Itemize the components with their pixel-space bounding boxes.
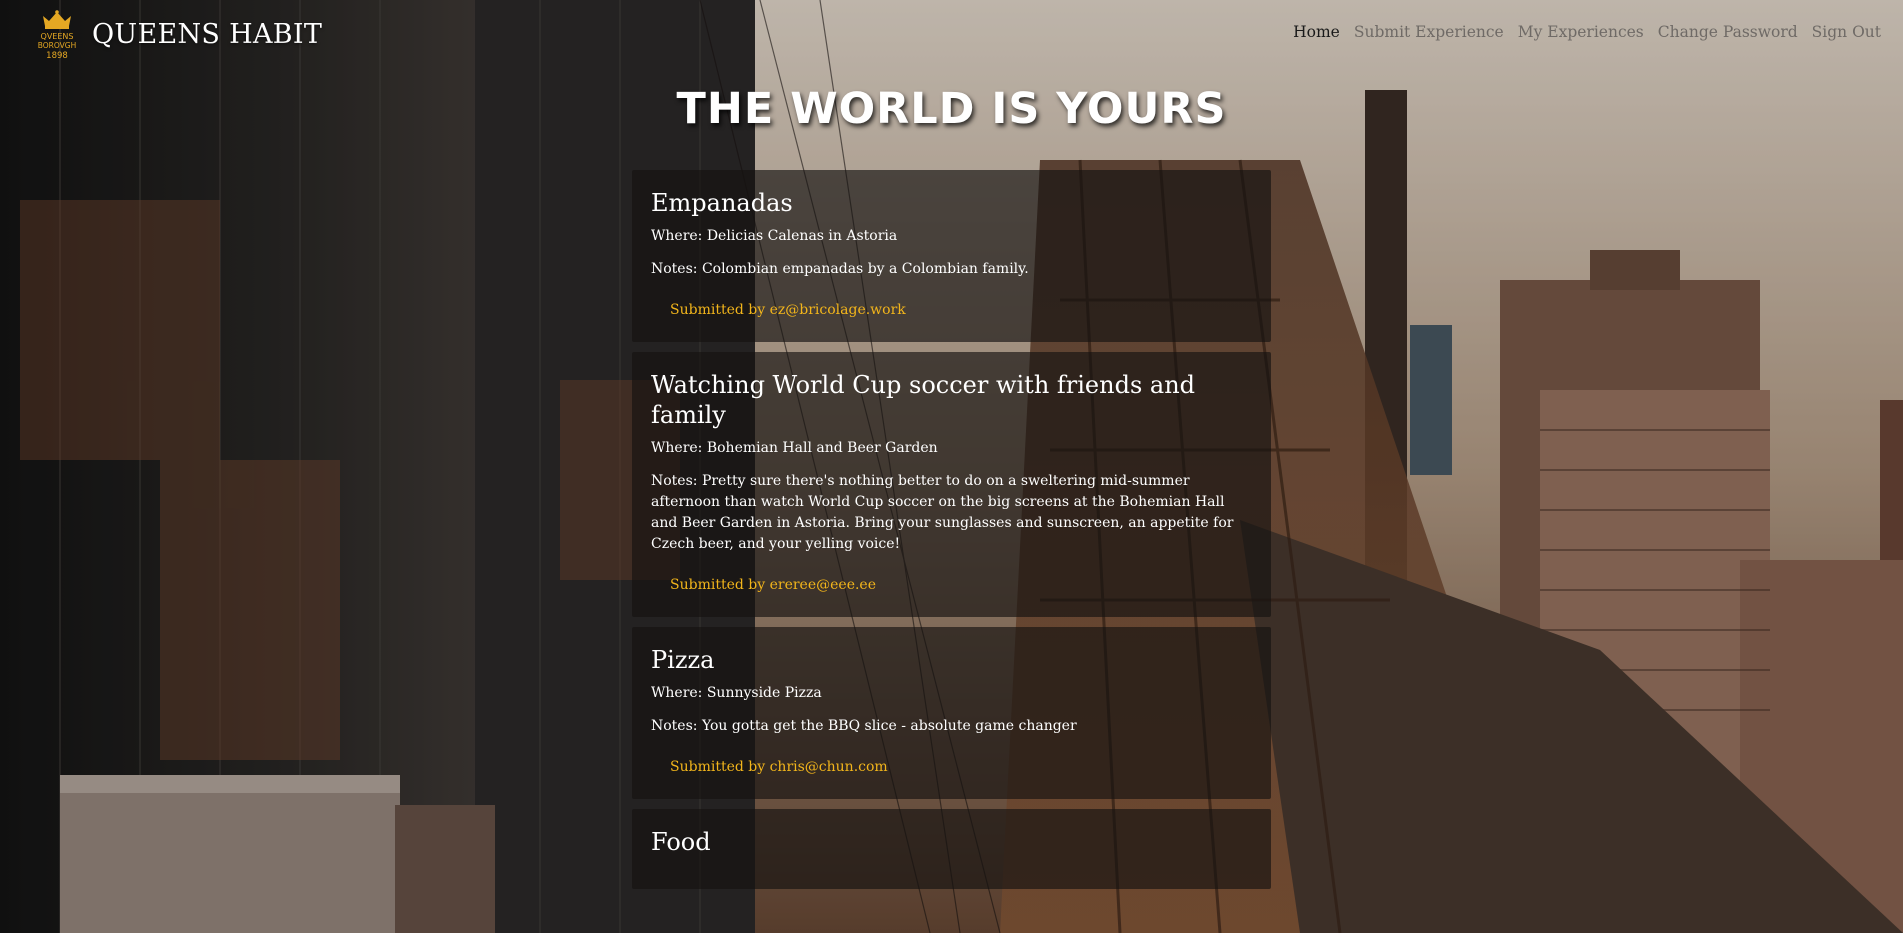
experience-title: Food (651, 828, 711, 856)
experience-where: Where: Delicias Calenas in Astoria (651, 228, 898, 244)
experience-title: Empanadas (651, 189, 793, 217)
experience-card: Pizza Where: Sunnyside Pizza Notes: You … (632, 627, 1271, 799)
experience-feed: Empanadas Where: Delicias Calenas in Ast… (632, 170, 1271, 899)
nav-submit-experience-link[interactable]: Submit Experience (1354, 23, 1504, 41)
experience-notes: Notes: Colombian empanadas by a Colombia… (651, 261, 1029, 277)
svg-text:QVEENS: QVEENS (41, 32, 74, 41)
experience-card: Food (632, 809, 1271, 889)
experience-notes: Notes: Pretty sure there's nothing bette… (651, 473, 1234, 552)
experience-title: Pizza (651, 646, 715, 674)
svg-text:BOROVGH: BOROVGH (38, 41, 76, 50)
nav-home-link[interactable]: Home (1293, 23, 1340, 41)
svg-text:1898: 1898 (46, 51, 68, 60)
hero-title: THE WORLD IS YOURS (676, 84, 1227, 134)
nav-change-password-link[interactable]: Change Password (1658, 23, 1798, 41)
nav-links: Home Submit Experience My Experiences Ch… (1279, 23, 1881, 41)
experience-title: Watching World Cup soccer with friends a… (651, 371, 1196, 429)
experience-submitted-by: Submitted by chris@chun.com (670, 759, 888, 775)
brand[interactable]: QVEENS BOROVGH 1898 QUEENS HABIT (28, 8, 322, 60)
experience-card: Watching World Cup soccer with friends a… (632, 352, 1271, 617)
experience-notes: Notes: You gotta get the BBQ slice - abs… (651, 718, 1077, 734)
queens-borough-crown-logo-icon: QVEENS BOROVGH 1898 (38, 10, 76, 60)
experience-card: Empanadas Where: Delicias Calenas in Ast… (632, 170, 1271, 342)
experience-submitted-by: Submitted by ereree@eee.ee (670, 577, 876, 593)
experience-submitted-by: Submitted by ez@bricolage.work (670, 302, 906, 318)
nav-my-experiences-link[interactable]: My Experiences (1518, 23, 1644, 41)
experience-where: Where: Sunnyside Pizza (651, 685, 822, 701)
experience-where: Where: Bohemian Hall and Beer Garden (651, 440, 938, 456)
nav-sign-out-link[interactable]: Sign Out (1812, 23, 1881, 41)
brand-name: QUEENS HABIT (92, 18, 323, 50)
top-navbar: QVEENS BOROVGH 1898 QUEENS HABIT Home Su… (0, 0, 1903, 68)
